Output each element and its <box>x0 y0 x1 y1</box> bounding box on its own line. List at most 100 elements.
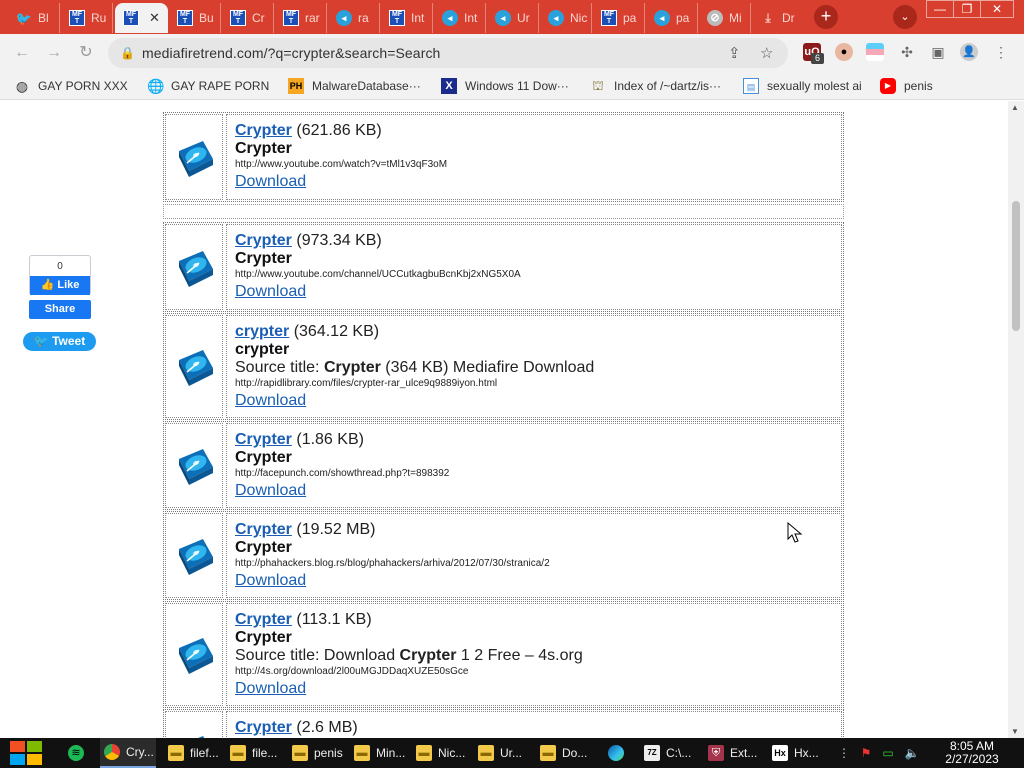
result-title-link[interactable]: Crypter <box>235 232 292 249</box>
text-cell: Crypter (2.6 MB) <box>226 711 842 738</box>
tab-15[interactable]: ⤓ Dr <box>752 3 804 33</box>
result-title-link[interactable]: Crypter <box>235 122 292 139</box>
tweet-button[interactable]: 🐦 Tweet <box>23 332 96 351</box>
taskbar-item-folder[interactable]: ▬ Ur... <box>474 738 530 768</box>
download-link[interactable]: Download <box>235 391 306 411</box>
sidepanel-icon[interactable]: ▣ <box>929 43 947 61</box>
tab-14[interactable]: ⊘ Mi <box>699 3 751 33</box>
taskbar-item-folder[interactable]: ▬ penis <box>288 738 344 768</box>
download-link[interactable]: Download <box>235 679 306 699</box>
close-window-button[interactable]: ✕ <box>980 0 1014 18</box>
tab-2[interactable]: MF T Ru <box>61 3 113 33</box>
result-title-link[interactable]: Crypter <box>235 719 292 736</box>
address-bar[interactable]: 🔒 mediafiretrend.com/?q=crypter&search=S… <box>108 38 788 68</box>
overflow-icon[interactable]: ⋮ <box>836 745 852 761</box>
tab-search-button[interactable]: ⌄ <box>893 5 917 29</box>
icon-cell <box>165 315 223 418</box>
tab-4[interactable]: MF T Bu <box>169 3 221 33</box>
facebook-like-button[interactable]: 👍 Like <box>30 276 90 295</box>
download-link[interactable]: Download <box>235 481 306 501</box>
taskbar-item-7zip[interactable]: 7Z C:\... <box>640 738 702 768</box>
taskbar-item-shield[interactable]: ⛨ Ext... <box>704 738 766 768</box>
thumbs-up-icon: 👍 <box>40 279 55 291</box>
folder-icon: ▬ <box>540 745 556 761</box>
taskbar-item-folder[interactable]: ▬ filef... <box>164 738 220 768</box>
taskbar-item-folder[interactable]: ▬ Nic... <box>412 738 468 768</box>
taskbar-item-folder[interactable]: ▬ file... <box>226 738 282 768</box>
result-title-link[interactable]: Crypter <box>235 521 292 538</box>
windows-start-icon[interactable] <box>10 741 43 765</box>
restore-button[interactable]: ❐ <box>953 0 981 18</box>
tab-1[interactable]: 🐦 Bl <box>8 3 60 33</box>
taskbar-item-chrome[interactable]: Cry... <box>100 738 156 768</box>
reload-icon[interactable]: ↻ <box>76 43 96 63</box>
result-title-link[interactable]: crypter <box>235 323 289 340</box>
bookmark-label: sexually molest ai <box>767 79 862 93</box>
flag-icon[interactable]: ⚑ <box>858 745 874 761</box>
bookmark-item[interactable]: PH MalwareDatabase··· <box>288 77 421 95</box>
profile-icon[interactable]: 👤 <box>960 43 978 61</box>
system-clock[interactable]: 8:05 AM 2/27/2023 <box>938 740 1006 766</box>
result-title-link[interactable]: Crypter <box>235 611 292 628</box>
lock-icon[interactable]: 🔒 <box>120 46 135 60</box>
close-icon[interactable]: ✕ <box>149 10 160 26</box>
facebook-share-button[interactable]: Share <box>29 300 91 319</box>
taskbar-item-spotify[interactable]: ≋ <box>64 738 96 768</box>
scroll-down-icon[interactable]: ▼ <box>1011 727 1019 736</box>
result-name: Crypter <box>235 250 292 267</box>
tab-10[interactable]: ◂ Ur <box>487 3 539 33</box>
text-cell: crypter (364.12 KB) crypter Source title… <box>226 315 842 418</box>
tab-11[interactable]: ◂ Nic <box>540 3 592 33</box>
tab-7[interactable]: ◂ ra <box>328 3 380 33</box>
vertical-scrollbar[interactable]: ▲ ▼ <box>1008 101 1024 738</box>
tab-5[interactable]: MF T Cr <box>222 3 274 33</box>
download-link[interactable]: Download <box>235 172 306 192</box>
url-text[interactable]: mediafiretrend.com/?q=crypter&search=Sea… <box>142 45 440 61</box>
bookmark-item[interactable]: ⛫ Index of /~dartz/is··· <box>590 77 721 95</box>
avatar-extension-icon[interactable]: ● <box>835 43 853 61</box>
taskbar-item-folder[interactable]: ▬ Do... <box>536 738 592 768</box>
scroll-up-icon[interactable]: ▲ <box>1011 103 1019 112</box>
bookmark-item[interactable]: 🌐 GAY RAPE PORN <box>147 77 269 95</box>
result-title-link[interactable]: Crypter <box>235 431 292 448</box>
taskbar-item-edge[interactable] <box>604 738 634 768</box>
like-label: Like <box>57 279 80 291</box>
twitter-icon: 🐦 <box>15 10 33 26</box>
tab-6[interactable]: MF T rar <box>275 3 327 33</box>
bookmark-item[interactable]: X Windows 11 Dow··· <box>441 77 569 95</box>
forward-icon[interactable]: → <box>44 43 64 63</box>
bookmark-item[interactable]: ▶ penis <box>880 77 933 95</box>
tab-13[interactable]: ◂ pa <box>646 3 698 33</box>
puzzle-icon[interactable]: ✣ <box>898 43 916 61</box>
tab-12[interactable]: MF T pa <box>593 3 645 33</box>
back-icon[interactable]: ← <box>12 43 32 63</box>
result-heading: Crypter (621.86 KB) <box>235 122 841 140</box>
hard-disk-icon <box>179 539 213 575</box>
taskbar-item-folder[interactable]: ▬ Min... <box>350 738 406 768</box>
network-icon[interactable]: ▭ <box>880 745 896 761</box>
bookmark-star-icon[interactable]: ☆ <box>760 44 773 62</box>
tab-8[interactable]: MF T Int <box>381 3 433 33</box>
tab-3-active[interactable]: MF T ✕ <box>115 3 168 33</box>
bookmark-item[interactable]: ◍ GAY PORN XXX <box>14 77 128 95</box>
taskbar-label: filef... <box>190 746 219 760</box>
result-heading: Crypter (113.1 KB) <box>235 611 841 629</box>
download-link[interactable]: Download <box>235 571 306 591</box>
scroll-thumb[interactable] <box>1012 201 1020 331</box>
minimize-button[interactable]: — <box>926 0 954 18</box>
tab-label: pa <box>623 11 637 25</box>
result-heading: Crypter (973.34 KB) <box>235 232 841 250</box>
new-tab-button[interactable]: + <box>814 5 838 29</box>
flag-extension-icon[interactable] <box>866 43 884 61</box>
bookmark-item[interactable]: ▤ sexually molest ai <box>743 77 862 95</box>
tab-9[interactable]: ◂ Int <box>434 3 486 33</box>
download-link[interactable]: Download <box>235 282 306 302</box>
text-cell: Crypter (19.52 MB) Crypter http://phahac… <box>226 513 842 598</box>
menu-icon[interactable]: ⋮ <box>992 43 1010 61</box>
blocked-icon: ⊘ <box>707 10 723 26</box>
taskbar-item-hxd[interactable]: Hx Hx... <box>768 738 830 768</box>
ph-icon: PH <box>288 78 304 94</box>
volume-icon[interactable]: 🔈 <box>904 745 920 761</box>
hxd-icon: Hx <box>772 745 788 761</box>
share-icon[interactable]: ⇪ <box>728 44 741 62</box>
